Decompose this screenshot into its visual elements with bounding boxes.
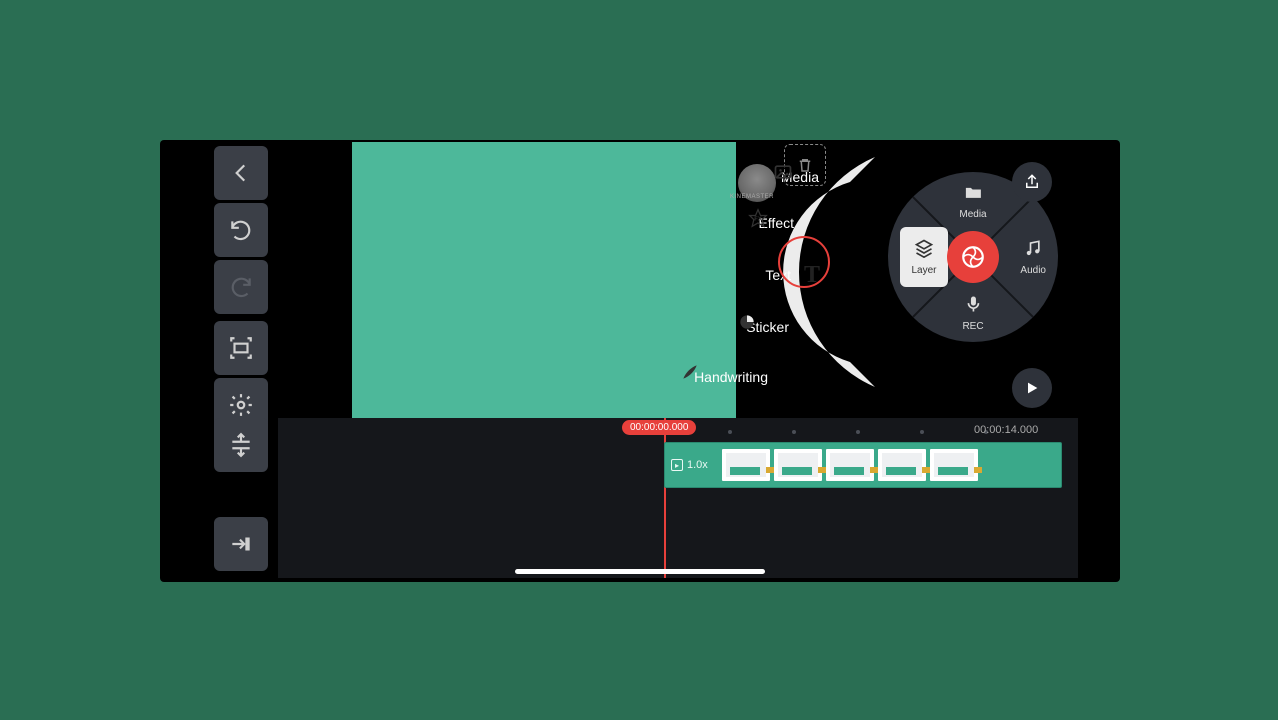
wheel-record-center[interactable] xyxy=(947,231,999,283)
video-clip[interactable]: ▸ 1.0x xyxy=(664,442,1062,488)
wheel-media-label: Media xyxy=(959,209,986,220)
ruler-tick xyxy=(856,430,860,434)
playhead-time: 00:00:00.000 xyxy=(622,420,696,435)
redo-icon xyxy=(228,274,254,300)
annotation-highlight-circle xyxy=(778,236,830,288)
share-button[interactable] xyxy=(1012,162,1052,202)
wheel-media-button[interactable]: Media xyxy=(959,182,986,220)
fx-icon: FX xyxy=(800,208,830,238)
back-button[interactable] xyxy=(214,146,268,200)
wheel-rec-label: REC xyxy=(962,321,983,332)
preview-frame xyxy=(352,142,736,418)
clip-speed-label: 1.0x xyxy=(687,459,708,471)
wheel-audio-label: Audio xyxy=(1020,265,1046,276)
layer-handwriting-button[interactable]: Handwriting xyxy=(680,362,804,392)
music-note-icon xyxy=(1023,238,1043,263)
clip-thumb xyxy=(722,449,770,481)
clip-thumb xyxy=(930,449,978,481)
timeline-end-time: 00:00:14.000 xyxy=(974,424,1038,436)
clip-thumb xyxy=(878,449,926,481)
sticker-shape-icon xyxy=(795,312,825,342)
home-indicator[interactable] xyxy=(515,569,765,574)
left-toolbar xyxy=(214,146,268,435)
redo-button[interactable] xyxy=(214,260,268,314)
clip-thumb xyxy=(774,449,822,481)
layer-sticker-button[interactable]: Sticker xyxy=(737,312,825,342)
clip-speed-indicator: ▸ 1.0x xyxy=(671,459,708,471)
undo-button[interactable] xyxy=(214,203,268,257)
jump-end-button[interactable] xyxy=(214,517,268,571)
wheel-rec-button[interactable]: REC xyxy=(962,294,983,332)
app-frame: KINEMASTER Media Effect FX Text T Sticke… xyxy=(160,140,1120,582)
undo-icon xyxy=(228,217,254,243)
play-button[interactable] xyxy=(1012,368,1052,408)
svg-text:FX: FX xyxy=(754,217,762,223)
play-icon xyxy=(1024,380,1040,396)
mic-icon xyxy=(963,294,983,319)
ruler-tick xyxy=(792,430,796,434)
layer-media-button[interactable]: Media xyxy=(773,162,855,192)
chevron-left-icon xyxy=(228,160,254,186)
pen-icon xyxy=(774,362,804,392)
split-track-button[interactable] xyxy=(214,418,268,472)
timeline-area[interactable]: 00:00:14.000 00:00:00.000 ▸ 1.0x xyxy=(278,418,1078,578)
wheel-layer-button[interactable]: Layer xyxy=(900,227,948,287)
watermark-text: KINEMASTER xyxy=(730,194,774,200)
layer-effect-button[interactable]: Effect FX xyxy=(748,208,830,238)
clip-thumbnails xyxy=(722,449,978,481)
left-toolbar-lower xyxy=(214,418,268,574)
jump-to-end-icon xyxy=(228,531,254,557)
share-icon xyxy=(1023,173,1041,191)
wheel-layer-label: Layer xyxy=(911,265,936,276)
wheel-audio-button[interactable]: Audio xyxy=(1020,238,1046,276)
gear-icon xyxy=(228,392,254,418)
ruler-tick xyxy=(920,430,924,434)
folder-icon xyxy=(963,182,983,207)
capture-button[interactable] xyxy=(214,321,268,375)
split-track-icon xyxy=(228,432,254,458)
image-icon xyxy=(825,162,855,192)
clip-thumb xyxy=(826,449,874,481)
shutter-icon xyxy=(960,244,986,270)
clip-type-icon: ▸ xyxy=(671,459,683,471)
ruler-tick xyxy=(728,430,732,434)
layers-icon xyxy=(914,238,934,263)
capture-frame-icon xyxy=(228,335,254,361)
